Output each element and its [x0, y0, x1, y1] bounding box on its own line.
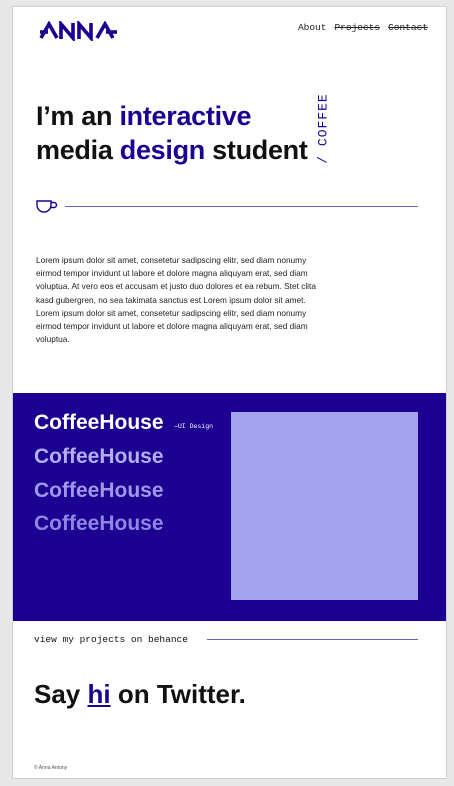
footer-copyright: © Anna Antony [34, 765, 68, 771]
twitter-cta: Say hi on Twitter. [34, 679, 246, 710]
main-nav: About Projects Contact [298, 22, 428, 33]
twitter-link[interactable]: hi [88, 679, 111, 709]
coffee-cup-icon [36, 200, 58, 213]
hero-accent-design: design [119, 135, 206, 165]
hero-line-1: I’m an interactive [36, 99, 308, 133]
behance-link[interactable]: view my projects on behance [34, 634, 188, 645]
nav-about[interactable]: About [298, 22, 327, 33]
hero-heading: I’m an interactive media design student [36, 99, 308, 167]
twitter-text: on Twitter. [110, 679, 246, 709]
project-item-active[interactable]: CoffeeHouse [34, 411, 164, 435]
project-preview-image[interactable] [231, 412, 418, 600]
hero-accent-interactive: interactive [119, 101, 252, 131]
project-item[interactable]: CoffeeHouse [34, 479, 164, 503]
vertical-tag-text: / COFFEE [315, 92, 331, 164]
nav-projects[interactable]: Projects [334, 22, 380, 33]
twitter-text: Say [34, 679, 88, 709]
hero-text: student [204, 135, 308, 165]
hero-text: I’m an [36, 101, 120, 131]
projects-section: CoffeeHouse —UI Design CoffeeHouse Coffe… [13, 393, 446, 621]
vertical-tag: / COFFEE [313, 83, 333, 173]
hero-line-2: media design student [36, 133, 308, 167]
nav-contact[interactable]: Contact [388, 22, 428, 33]
anna-logo[interactable] [39, 21, 119, 41]
project-tag: —UI Design [174, 423, 214, 430]
intro-paragraph: Lorem ipsum dolor sit amet, consetetur s… [36, 255, 316, 345]
project-item[interactable]: CoffeeHouse [34, 512, 164, 536]
page: About Projects Contact I’m an interactiv… [12, 6, 447, 779]
behance-divider [207, 639, 418, 640]
hero-text: media [36, 135, 120, 165]
project-item[interactable]: CoffeeHouse [34, 445, 164, 469]
divider-line [65, 206, 418, 207]
